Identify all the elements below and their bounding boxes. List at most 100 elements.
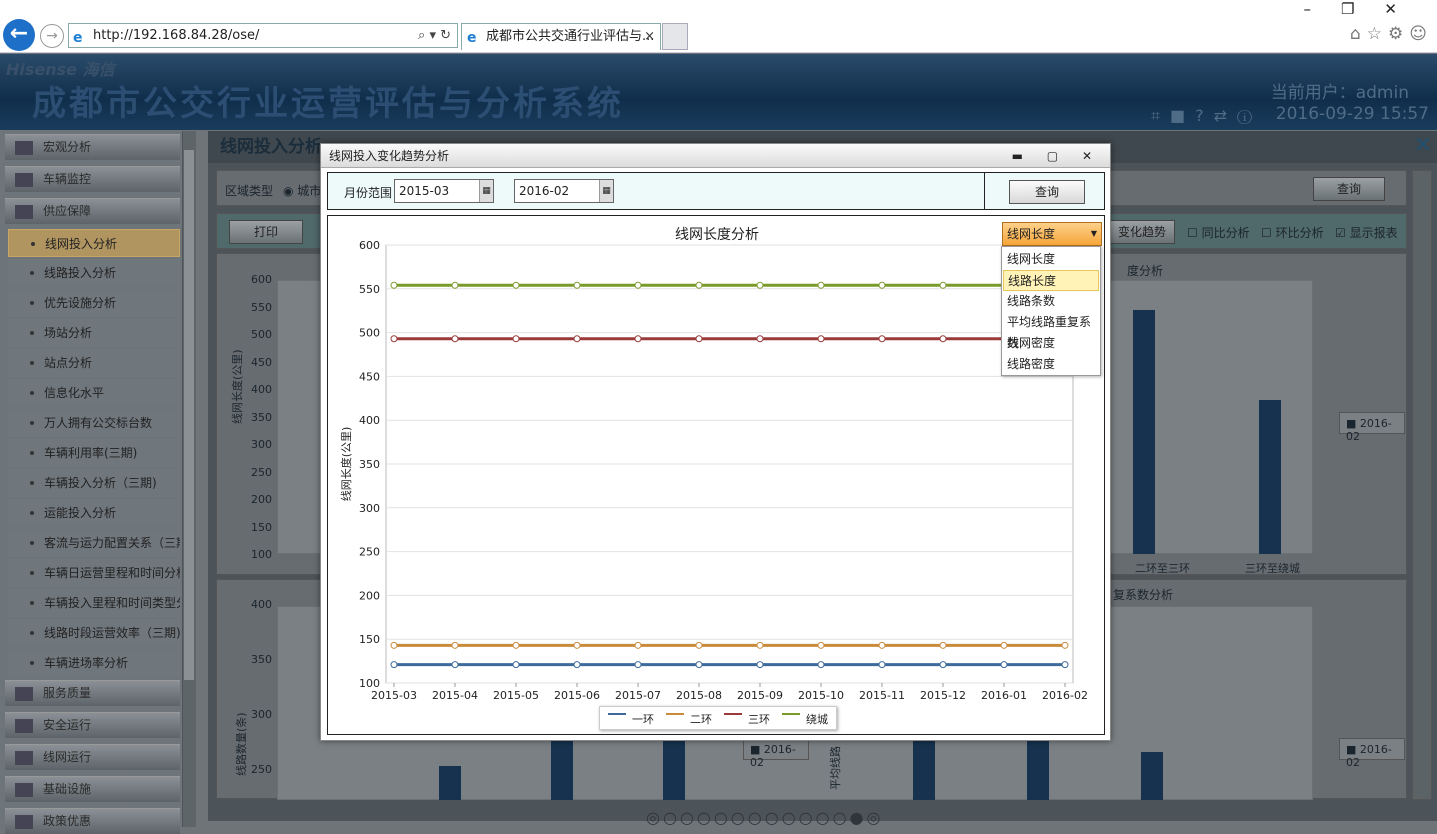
print-button[interactable]: 打印: [229, 220, 303, 244]
legend-swatch: [782, 713, 800, 721]
x-tick-label: 2015-07: [615, 689, 661, 702]
browser-toolbar-icons[interactable]: ⌂☆⚙☺: [1350, 24, 1433, 44]
legend-label: 一环: [632, 713, 654, 726]
sidebar-item-vehicle-input[interactable]: 车辆投入分析（三期): [8, 469, 180, 497]
metric-select[interactable]: 线网长度 ▼: [1002, 222, 1102, 246]
sidebar-item-vehicle-utilization[interactable]: 车辆利用率(三期): [8, 439, 180, 467]
data-point: [634, 661, 642, 669]
area-option-radio[interactable]: ◉ 城市: [283, 182, 321, 199]
dialog-filter-bar: 月份范围 2015-03▦ -- 2016-02▦ 查询: [327, 172, 1105, 210]
data-point: [451, 335, 459, 343]
table-icon: [15, 751, 33, 765]
metric-option-network-length[interactable]: 线网长度: [1003, 249, 1099, 270]
tab-close-icon[interactable]: ×: [644, 24, 655, 49]
sidebar-item-capacity-input[interactable]: 运能投入分析: [8, 499, 180, 527]
search-refresh-icon[interactable]: ⌕ ▾ ↻: [418, 24, 451, 47]
y-tick-label: 500: [359, 327, 380, 340]
show-report-checkbox[interactable]: ☑ 显示报表: [1335, 224, 1398, 241]
dialog-window-controls[interactable]: ▬ ▢ ✕: [1012, 144, 1102, 168]
chevron-down-icon: ▼: [1090, 229, 1097, 238]
y-tick-label: 200: [359, 589, 380, 602]
sidebar-item-route-input[interactable]: 线路投入分析: [8, 259, 180, 287]
metric-option-repeat-coefficient[interactable]: 平均线路重复系数: [1003, 312, 1099, 350]
sidebar-item-mileage-type[interactable]: 车辆投入里程和时间类型分析: [8, 589, 180, 617]
legend-item[interactable]: 绕城: [782, 711, 828, 727]
data-point: [695, 335, 703, 343]
trend-button[interactable]: 变化趋势: [1109, 220, 1175, 244]
x-tick-label: 2015-11: [859, 689, 905, 702]
sidebar-section-vehicle-monitor[interactable]: 车辆监控: [5, 166, 180, 192]
header-datetime: 2016-09-29 15:57: [1275, 104, 1429, 124]
calendar-icon[interactable]: ▦: [479, 180, 493, 202]
data-point: [512, 281, 520, 289]
x-tick-label: 2015-03: [371, 689, 417, 702]
back-arrow-icon[interactable]: ←: [3, 19, 35, 51]
address-bar[interactable]: e http://192.168.84.28/ose/ ⌕ ▾ ↻: [68, 23, 458, 48]
sidebar-item-depot[interactable]: 场站分析: [8, 319, 180, 347]
current-user: 当前用户：admin: [1270, 83, 1409, 103]
sidebar-section-network-operation[interactable]: 线网运行: [5, 744, 180, 770]
start-month-input[interactable]: 2015-03 ▦: [394, 179, 494, 203]
sidebar: 宏观分析 车辆监控 供应保障 线网投入分析 线路投入分析 优先设施分析 场站分析…: [0, 131, 196, 834]
yoy-checkbox[interactable]: ☐ 同比分析: [1187, 224, 1250, 241]
sidebar-item-network-input[interactable]: 线网投入分析: [8, 229, 180, 257]
calendar-icon[interactable]: ▦: [599, 180, 613, 202]
bg-bar: [1027, 740, 1049, 800]
window-controls[interactable]: –❐✕: [1303, 0, 1427, 18]
bg-ytick-label: 400: [251, 383, 272, 396]
legend-item[interactable]: 二环: [666, 711, 712, 727]
legend-swatch: [666, 713, 684, 721]
data-point: [756, 281, 764, 289]
ie-logo-icon: e: [467, 30, 477, 46]
app-header: Hisense 海信 成都市公交行业运营评估与分析系统 当前用户：admin ⌗…: [0, 54, 1437, 130]
sidebar-section-macro[interactable]: 宏观分析: [5, 134, 180, 160]
metric-option-network-density[interactable]: 线网密度: [1003, 333, 1099, 354]
line-chart: 1001502002503003504004505005506002015-03…: [339, 239, 1088, 702]
browser-tab[interactable]: e 成都市公共交通行业评估与... ×: [461, 23, 661, 50]
legend-item[interactable]: 三环: [724, 711, 770, 727]
sidebar-section-safety[interactable]: 安全运行: [5, 712, 180, 738]
mom-checkbox[interactable]: ☐ 环比分析: [1261, 224, 1324, 241]
pager-dots[interactable]: ◎○○○○○○○○○○○●◎: [646, 808, 883, 827]
bg-bar: [913, 740, 935, 800]
sidebar-item-route-efficiency[interactable]: 线路时段运营效率（三期): [8, 619, 180, 647]
end-month-input[interactable]: 2016-02 ▦: [514, 179, 614, 203]
query-button[interactable]: 查询: [1009, 180, 1085, 204]
data-point: [512, 661, 520, 669]
metric-option-route-count[interactable]: 线路条数: [1003, 291, 1099, 312]
month-range-label: 月份范围: [344, 186, 393, 200]
forward-arrow-icon[interactable]: →: [40, 24, 64, 48]
new-tab-button[interactable]: [662, 23, 688, 50]
safety-icon: [15, 719, 33, 733]
sidebar-section-supply[interactable]: 供应保障: [5, 198, 180, 224]
bg-legend-2: ■ 2016-02: [743, 738, 809, 769]
sidebar-section-policy[interactable]: 政策优惠: [5, 808, 180, 834]
area-type-label: 区域类型: [225, 184, 274, 198]
sidebar-item-buses-per-10k[interactable]: 万人拥有公交标台数: [8, 409, 180, 437]
metric-dropdown-list: 线网长度 线路长度 线路条数 平均线路重复系数 线网密度 线路密度: [1001, 246, 1101, 376]
data-point: [634, 641, 642, 649]
sidebar-item-passenger-capacity[interactable]: 客流与运力配置关系（三期): [8, 529, 180, 557]
sidebar-item-depot-entry-rate[interactable]: 车辆进场率分析: [8, 649, 180, 677]
data-point: [573, 335, 581, 343]
metric-option-route-length[interactable]: 线路长度: [1003, 270, 1099, 291]
sidebar-section-infrastructure[interactable]: 基础设施: [5, 776, 180, 802]
sidebar-item-informatization[interactable]: 信息化水平: [8, 379, 180, 407]
sidebar-scrollbar-thumb[interactable]: [184, 150, 194, 680]
legend-label: 三环: [748, 713, 770, 726]
sidebar-item-daily-mileage[interactable]: 车辆日运营里程和时间分析: [8, 559, 180, 587]
vehicle-icon: [15, 173, 33, 187]
query-button-bg[interactable]: 查询: [1313, 177, 1385, 201]
bg-cat-label: 三环至绕城: [1245, 562, 1300, 575]
legend-item[interactable]: 一环: [608, 711, 654, 727]
sidebar-section-service-quality[interactable]: 服务质量: [5, 680, 180, 706]
header-tool-icons[interactable]: ⌗■?⇄ⓘ: [1151, 106, 1262, 126]
main-scrollbar[interactable]: [1412, 170, 1432, 800]
data-point: [451, 281, 459, 289]
close-page-icon[interactable]: ✕: [1414, 135, 1432, 157]
sidebar-item-priority-facility[interactable]: 优先设施分析: [8, 289, 180, 317]
metric-option-route-density[interactable]: 线路密度: [1003, 354, 1099, 375]
address-url[interactable]: http://192.168.84.28/ose/: [93, 28, 259, 43]
y-tick-label: 150: [359, 633, 380, 646]
sidebar-item-stop[interactable]: 站点分析: [8, 349, 180, 377]
